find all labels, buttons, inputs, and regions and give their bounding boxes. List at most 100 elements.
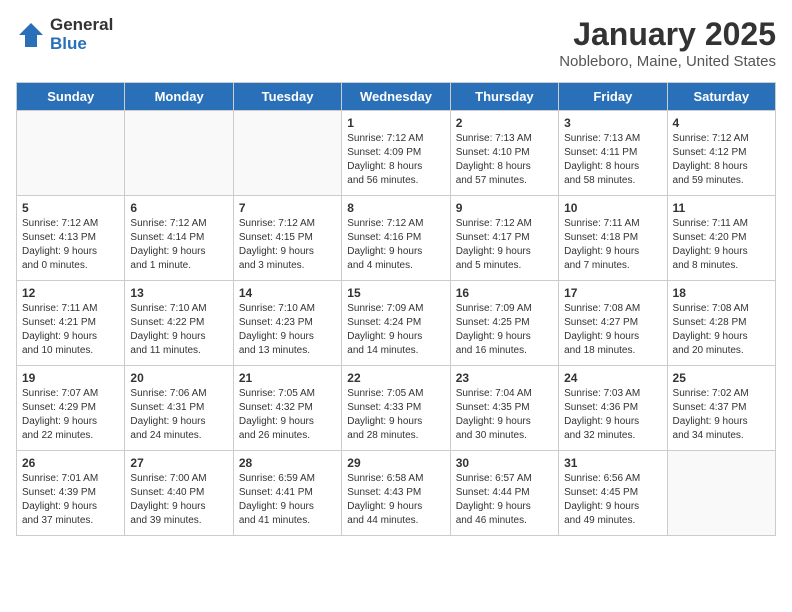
calendar-cell: 30 Sunrise: 6:57 AM Sunset: 4:44 PM Dayli… <box>450 451 558 536</box>
day-number: 16 <box>456 286 553 300</box>
day-number: 12 <box>22 286 119 300</box>
logo: General Blue <box>16 16 113 53</box>
day-number: 18 <box>673 286 770 300</box>
logo-general: General <box>50 16 113 35</box>
calendar-cell <box>125 111 233 196</box>
day-info: Sunrise: 6:56 AM Sunset: 4:45 PM Dayligh… <box>564 472 661 528</box>
day-number: 17 <box>564 286 661 300</box>
day-number: 24 <box>564 371 661 385</box>
day-number: 13 <box>130 286 227 300</box>
day-info: Sunrise: 7:01 AM Sunset: 4:39 PM Dayligh… <box>22 472 119 528</box>
day-header: Friday <box>559 83 667 111</box>
day-number: 9 <box>456 201 553 215</box>
calendar-cell: 26 Sunrise: 7:01 AM Sunset: 4:39 PM Dayli… <box>17 451 125 536</box>
calendar-cell: 16 Sunrise: 7:09 AM Sunset: 4:25 PM Dayli… <box>450 281 558 366</box>
day-header: Wednesday <box>342 83 450 111</box>
subtitle: Nobleboro, Maine, United States <box>559 53 776 70</box>
calendar-cell: 28Sunrise: 6:59 AM Sunset: 4:41 PM Dayli… <box>233 451 341 536</box>
logo-icon <box>16 20 46 50</box>
day-number: 2 <box>456 116 553 130</box>
day-number: 11 <box>673 201 770 215</box>
day-info: Sunrise: 7:09 AM Sunset: 4:24 PM Dayligh… <box>347 302 444 358</box>
calendar-cell: 14 Sunrise: 7:10 AM Sunset: 4:23 PM Dayli… <box>233 281 341 366</box>
day-number: 5 <box>22 201 119 215</box>
day-number: 6 <box>130 201 227 215</box>
calendar-week-row: 1 Sunrise: 7:12 AM Sunset: 4:09 PM Daylig… <box>17 111 776 196</box>
day-number: 28 <box>239 456 336 470</box>
main-title: January 2025 <box>559 16 776 53</box>
day-info: Sunrise: 7:08 AM Sunset: 4:27 PM Dayligh… <box>564 302 661 358</box>
day-info: Sunrise: 7:05 AM Sunset: 4:32 PM Dayligh… <box>239 387 336 443</box>
day-info: Sunrise: 7:12 AM Sunset: 4:12 PM Dayligh… <box>673 132 770 188</box>
day-number: 25 <box>673 371 770 385</box>
calendar-cell: 8Sunrise: 7:12 AM Sunset: 4:16 PM Daylig… <box>342 196 450 281</box>
day-info: Sunrise: 7:02 AM Sunset: 4:37 PM Dayligh… <box>673 387 770 443</box>
day-info: Sunrise: 7:12 AM Sunset: 4:09 PM Dayligh… <box>347 132 444 188</box>
calendar-cell: 1 Sunrise: 7:12 AM Sunset: 4:09 PM Daylig… <box>342 111 450 196</box>
day-number: 14 <box>239 286 336 300</box>
calendar-cell: 4 Sunrise: 7:12 AM Sunset: 4:12 PM Daylig… <box>667 111 775 196</box>
day-number: 8 <box>347 201 444 215</box>
day-number: 22 <box>347 371 444 385</box>
logo-text: General Blue <box>50 16 113 53</box>
title-block: January 2025 Nobleboro, Maine, United St… <box>559 16 776 70</box>
day-header: Sunday <box>17 83 125 111</box>
calendar-cell: 12 Sunrise: 7:11 AM Sunset: 4:21 PM Dayli… <box>17 281 125 366</box>
day-info: Sunrise: 7:04 AM Sunset: 4:35 PM Dayligh… <box>456 387 553 443</box>
calendar-cell <box>667 451 775 536</box>
day-info: Sunrise: 6:57 AM Sunset: 4:44 PM Dayligh… <box>456 472 553 528</box>
day-info: Sunrise: 7:12 AM Sunset: 4:13 PM Dayligh… <box>22 217 119 273</box>
calendar-cell: 18Sunrise: 7:08 AM Sunset: 4:28 PM Dayli… <box>667 281 775 366</box>
day-number: 27 <box>130 456 227 470</box>
calendar-week-row: 12 Sunrise: 7:11 AM Sunset: 4:21 PM Dayli… <box>17 281 776 366</box>
day-info: Sunrise: 7:07 AM Sunset: 4:29 PM Dayligh… <box>22 387 119 443</box>
day-info: Sunrise: 7:13 AM Sunset: 4:11 PM Dayligh… <box>564 132 661 188</box>
calendar-cell: 6 Sunrise: 7:12 AM Sunset: 4:14 PM Daylig… <box>125 196 233 281</box>
calendar-cell: 31Sunrise: 6:56 AM Sunset: 4:45 PM Dayli… <box>559 451 667 536</box>
day-number: 4 <box>673 116 770 130</box>
day-number: 26 <box>22 456 119 470</box>
day-info: Sunrise: 7:11 AM Sunset: 4:18 PM Dayligh… <box>564 217 661 273</box>
day-info: Sunrise: 7:12 AM Sunset: 4:15 PM Dayligh… <box>239 217 336 273</box>
calendar-cell <box>233 111 341 196</box>
day-info: Sunrise: 7:10 AM Sunset: 4:23 PM Dayligh… <box>239 302 336 358</box>
calendar-cell: 13 Sunrise: 7:10 AM Sunset: 4:22 PM Dayli… <box>125 281 233 366</box>
day-info: Sunrise: 7:05 AM Sunset: 4:33 PM Dayligh… <box>347 387 444 443</box>
calendar-table: SundayMondayTuesdayWednesdayThursdayFrid… <box>16 82 776 536</box>
day-number: 10 <box>564 201 661 215</box>
calendar-header-row: SundayMondayTuesdayWednesdayThursdayFrid… <box>17 83 776 111</box>
day-info: Sunrise: 7:06 AM Sunset: 4:31 PM Dayligh… <box>130 387 227 443</box>
day-info: Sunrise: 7:10 AM Sunset: 4:22 PM Dayligh… <box>130 302 227 358</box>
day-info: Sunrise: 7:12 AM Sunset: 4:14 PM Dayligh… <box>130 217 227 273</box>
calendar-cell <box>17 111 125 196</box>
calendar-cell: 5 Sunrise: 7:12 AM Sunset: 4:13 PM Daylig… <box>17 196 125 281</box>
day-info: Sunrise: 7:11 AM Sunset: 4:21 PM Dayligh… <box>22 302 119 358</box>
day-info: Sunrise: 7:13 AM Sunset: 4:10 PM Dayligh… <box>456 132 553 188</box>
day-info: Sunrise: 7:03 AM Sunset: 4:36 PM Dayligh… <box>564 387 661 443</box>
calendar-cell: 15Sunrise: 7:09 AM Sunset: 4:24 PM Dayli… <box>342 281 450 366</box>
calendar-cell: 7Sunrise: 7:12 AM Sunset: 4:15 PM Daylig… <box>233 196 341 281</box>
day-number: 19 <box>22 371 119 385</box>
calendar-body: 1 Sunrise: 7:12 AM Sunset: 4:09 PM Daylig… <box>17 111 776 536</box>
calendar-week-row: 19 Sunrise: 7:07 AM Sunset: 4:29 PM Dayli… <box>17 366 776 451</box>
day-number: 1 <box>347 116 444 130</box>
calendar-cell: 24 Sunrise: 7:03 AM Sunset: 4:36 PM Dayli… <box>559 366 667 451</box>
day-number: 20 <box>130 371 227 385</box>
calendar-cell: 27 Sunrise: 7:00 AM Sunset: 4:40 PM Dayli… <box>125 451 233 536</box>
calendar-cell: 9Sunrise: 7:12 AM Sunset: 4:17 PM Daylig… <box>450 196 558 281</box>
day-header: Saturday <box>667 83 775 111</box>
day-info: Sunrise: 7:00 AM Sunset: 4:40 PM Dayligh… <box>130 472 227 528</box>
day-info: Sunrise: 7:09 AM Sunset: 4:25 PM Dayligh… <box>456 302 553 358</box>
day-number: 30 <box>456 456 553 470</box>
day-header: Tuesday <box>233 83 341 111</box>
day-number: 3 <box>564 116 661 130</box>
day-header: Thursday <box>450 83 558 111</box>
calendar-cell: 25 Sunrise: 7:02 AM Sunset: 4:37 PM Dayli… <box>667 366 775 451</box>
calendar-cell: 2 Sunrise: 7:13 AM Sunset: 4:10 PM Daylig… <box>450 111 558 196</box>
calendar-cell: 3 Sunrise: 7:13 AM Sunset: 4:11 PM Daylig… <box>559 111 667 196</box>
calendar-week-row: 26 Sunrise: 7:01 AM Sunset: 4:39 PM Dayli… <box>17 451 776 536</box>
calendar-cell: 17 Sunrise: 7:08 AM Sunset: 4:27 PM Dayli… <box>559 281 667 366</box>
calendar-cell: 20 Sunrise: 7:06 AM Sunset: 4:31 PM Dayli… <box>125 366 233 451</box>
calendar-cell: 29Sunrise: 6:58 AM Sunset: 4:43 PM Dayli… <box>342 451 450 536</box>
calendar-cell: 11Sunrise: 7:11 AM Sunset: 4:20 PM Dayli… <box>667 196 775 281</box>
